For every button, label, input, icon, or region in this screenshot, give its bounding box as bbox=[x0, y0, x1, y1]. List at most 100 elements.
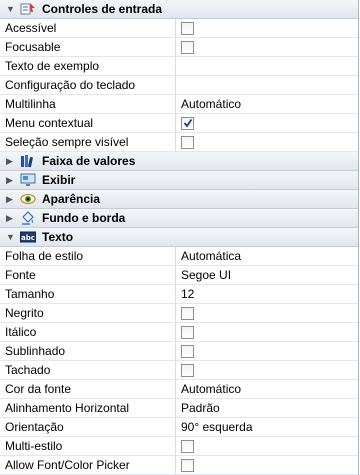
property-row-negrito[interactable]: Negrito bbox=[0, 304, 358, 323]
property-value bbox=[176, 114, 358, 132]
checkbox[interactable] bbox=[181, 135, 194, 149]
property-row-tamanho[interactable]: Tamanho 12 bbox=[0, 285, 358, 304]
property-row-tachado[interactable]: Tachado bbox=[0, 361, 358, 380]
expand-triangle-icon[interactable]: ▶ bbox=[6, 175, 16, 186]
expand-triangle-icon[interactable]: ▶ bbox=[6, 213, 16, 224]
property-value-text: Segoe UI bbox=[181, 268, 232, 282]
svg-text:abc: abc bbox=[21, 234, 35, 242]
paint-bucket-icon bbox=[20, 211, 36, 225]
property-name: Fonte bbox=[0, 266, 176, 284]
checkbox[interactable] bbox=[181, 116, 194, 130]
property-value bbox=[176, 304, 358, 322]
property-row-italico[interactable]: Itálico bbox=[0, 323, 358, 342]
checkbox[interactable] bbox=[181, 40, 194, 54]
books-icon bbox=[20, 154, 36, 168]
category-label: Fundo e borda bbox=[42, 211, 126, 225]
property-name: Tamanho bbox=[0, 285, 176, 303]
property-name: Itálico bbox=[0, 323, 176, 341]
category-display[interactable]: ▶ Exibir bbox=[0, 171, 358, 190]
property-name: Texto de exemplo bbox=[0, 57, 176, 75]
property-row-selecao-sempre-visivel[interactable]: Seleção sempre visível bbox=[0, 133, 358, 152]
property-value-text: Padrão bbox=[181, 401, 220, 415]
category-label: Texto bbox=[42, 230, 74, 244]
property-value bbox=[176, 133, 358, 151]
checkbox[interactable] bbox=[181, 458, 194, 472]
property-value[interactable]: Automático bbox=[176, 95, 358, 113]
property-row-texto-de-exemplo[interactable]: Texto de exemplo bbox=[0, 57, 358, 76]
collapse-triangle-icon[interactable]: ▼ bbox=[6, 232, 16, 242]
expand-triangle-icon[interactable]: ▶ bbox=[6, 156, 16, 167]
category-label: Aparência bbox=[42, 192, 101, 206]
form-controls-icon bbox=[20, 2, 36, 16]
property-name: Alinhamento Horizontal bbox=[0, 399, 176, 417]
category-value-range[interactable]: ▶ Faixa de valores bbox=[0, 152, 358, 171]
property-name: Allow Font/Color Picker bbox=[0, 456, 176, 474]
property-value-text: Automática bbox=[181, 249, 242, 263]
property-row-menu-contextual[interactable]: Menu contextual bbox=[0, 114, 358, 133]
property-name: Cor da fonte bbox=[0, 380, 176, 398]
checkbox[interactable] bbox=[181, 306, 194, 320]
property-value bbox=[176, 361, 358, 379]
property-name: Focusable bbox=[0, 38, 176, 56]
checkbox[interactable] bbox=[181, 21, 194, 35]
display-icon bbox=[20, 173, 36, 187]
property-name: Multilinha bbox=[0, 95, 176, 113]
property-value bbox=[176, 456, 358, 474]
category-background-border[interactable]: ▶ Fundo e borda bbox=[0, 209, 358, 228]
property-name: Seleção sempre visível bbox=[0, 133, 176, 151]
checkbox[interactable] bbox=[181, 325, 194, 339]
property-name: Menu contextual bbox=[0, 114, 176, 132]
property-row-multilinha[interactable]: Multilinha Automático bbox=[0, 95, 358, 114]
property-value[interactable]: Automática bbox=[176, 247, 358, 265]
property-name: Sublinhado bbox=[0, 342, 176, 360]
property-value bbox=[176, 342, 358, 360]
property-value[interactable]: Segoe UI bbox=[176, 266, 358, 284]
property-value-text: 90° esquerda bbox=[181, 420, 253, 434]
category-text[interactable]: ▼ abc Texto bbox=[0, 228, 358, 247]
property-row-folha-de-estilo[interactable]: Folha de estilo Automática bbox=[0, 247, 358, 266]
property-value-text: Automático bbox=[181, 97, 242, 111]
property-row-multi-estilo[interactable]: Multi-estilo bbox=[0, 437, 358, 456]
checkbox[interactable] bbox=[181, 439, 194, 453]
property-value bbox=[176, 323, 358, 341]
property-value-text: Automático bbox=[181, 382, 242, 396]
property-name: Folha de estilo bbox=[0, 247, 176, 265]
property-name: Configuração do teclado bbox=[0, 76, 176, 94]
category-appearance[interactable]: ▶ Aparência bbox=[0, 190, 358, 209]
property-row-fonte[interactable]: Fonte Segoe UI bbox=[0, 266, 358, 285]
property-row-focusable[interactable]: Focusable bbox=[0, 38, 358, 57]
property-value[interactable]: 12 bbox=[176, 285, 358, 303]
checkbox[interactable] bbox=[181, 344, 194, 358]
category-label: Exibir bbox=[42, 173, 76, 187]
property-row-configuracao-do-teclado[interactable]: Configuração do teclado bbox=[0, 76, 358, 95]
property-value bbox=[176, 437, 358, 455]
property-name: Negrito bbox=[0, 304, 176, 322]
property-name: Tachado bbox=[0, 361, 176, 379]
property-name: Multi-estilo bbox=[0, 437, 176, 455]
category-label: Controles de entrada bbox=[42, 2, 163, 16]
category-label: Faixa de valores bbox=[42, 154, 136, 168]
text-abc-icon: abc bbox=[20, 230, 36, 244]
collapse-triangle-icon[interactable]: ▼ bbox=[6, 4, 16, 14]
category-input-controls[interactable]: ▼ Controles de entrada bbox=[0, 0, 358, 19]
property-value[interactable] bbox=[176, 57, 358, 75]
property-name: Orientação bbox=[0, 418, 176, 436]
property-value[interactable]: 90° esquerda bbox=[176, 418, 358, 436]
checkmark-icon bbox=[183, 118, 192, 128]
property-value-text: 12 bbox=[181, 287, 195, 301]
checkbox[interactable] bbox=[181, 363, 194, 377]
property-name: Acessível bbox=[0, 19, 176, 37]
property-row-alinhamento-horizontal[interactable]: Alinhamento Horizontal Padrão bbox=[0, 399, 358, 418]
property-row-acessivel[interactable]: Acessível bbox=[0, 19, 358, 38]
property-value[interactable]: Padrão bbox=[176, 399, 358, 417]
property-grid: ▼ Controles de entrada Acessível Focusabl… bbox=[0, 0, 359, 475]
property-row-sublinhado[interactable]: Sublinhado bbox=[0, 342, 358, 361]
property-value[interactable]: Automático bbox=[176, 380, 358, 398]
expand-triangle-icon[interactable]: ▶ bbox=[6, 194, 16, 205]
property-row-allow-font-color-picker[interactable]: Allow Font/Color Picker bbox=[0, 456, 358, 475]
eye-icon bbox=[20, 192, 36, 206]
property-value bbox=[176, 19, 358, 37]
property-row-orientacao[interactable]: Orientação 90° esquerda bbox=[0, 418, 358, 437]
property-value[interactable] bbox=[176, 76, 358, 94]
property-row-cor-da-fonte[interactable]: Cor da fonte Automático bbox=[0, 380, 358, 399]
